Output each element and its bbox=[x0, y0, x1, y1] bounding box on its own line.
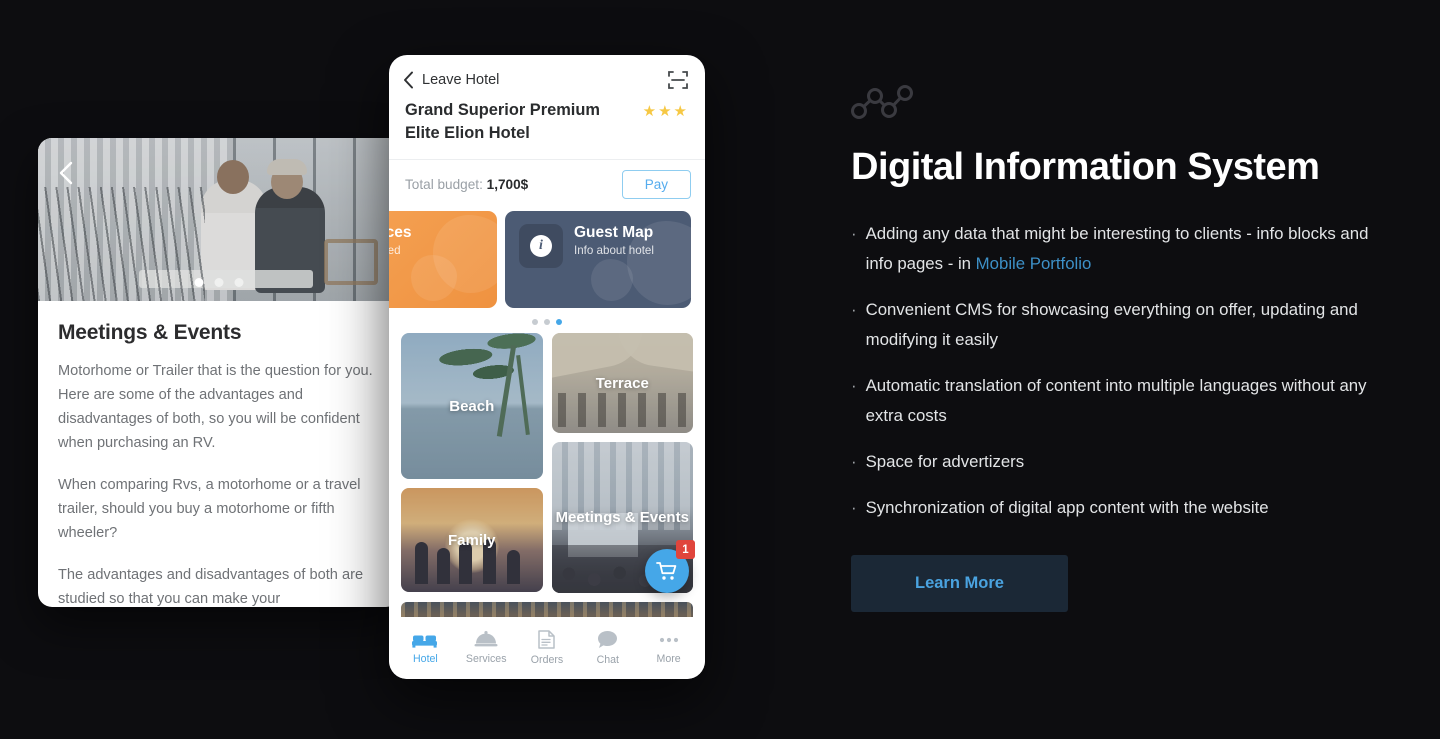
hotel-star-rating: ★★★ bbox=[642, 103, 689, 120]
bullet-marker: · bbox=[851, 452, 857, 471]
document-icon bbox=[538, 630, 556, 649]
cart-fab-button[interactable]: 1 bbox=[645, 540, 695, 593]
tab-label: More bbox=[656, 653, 681, 665]
scan-button[interactable] bbox=[667, 69, 689, 91]
shopping-cart-icon bbox=[656, 562, 677, 580]
tile-caption: Meetings & Events bbox=[555, 509, 689, 526]
pager-dot[interactable] bbox=[532, 319, 538, 325]
tab-label: Chat bbox=[596, 654, 619, 666]
cart-badge: 1 bbox=[676, 540, 695, 559]
chevron-left-icon bbox=[404, 71, 413, 89]
article-title: Meetings & Events bbox=[58, 321, 242, 344]
bullet-text: Adding any data that might be interestin… bbox=[865, 224, 1369, 273]
pager-dot[interactable] bbox=[544, 319, 550, 325]
carousel-dot[interactable] bbox=[194, 278, 204, 287]
article-card: Meetings & Events Motorhome or Trailer t… bbox=[38, 138, 400, 607]
tab-more[interactable]: More bbox=[638, 625, 699, 665]
list-item-text: Synchronization of digital app content w… bbox=[865, 498, 1269, 517]
page-title: Digital Information System bbox=[851, 146, 1320, 188]
bed-icon bbox=[412, 635, 438, 648]
tile-caption: Family bbox=[447, 531, 496, 549]
article-hero-image bbox=[38, 138, 400, 301]
mobile-portfolio-link[interactable]: Mobile Portfolio bbox=[976, 254, 1092, 273]
budget-label: Total budget: 1,700$ bbox=[405, 177, 528, 192]
article-paragraph: The advantages and disadvantages of both… bbox=[58, 567, 364, 607]
decorative-blob bbox=[411, 255, 457, 301]
tab-services[interactable]: Services bbox=[456, 625, 517, 665]
article-back-button[interactable] bbox=[52, 160, 78, 186]
pay-button[interactable]: Pay bbox=[621, 170, 691, 199]
tab-label: Hotel bbox=[413, 653, 438, 665]
list-item: · Space for advertizers bbox=[851, 447, 1396, 477]
phone-topbar: Leave Hotel bbox=[389, 55, 705, 97]
ellipsis-icon bbox=[659, 637, 678, 643]
hotel-name-row: Grand Superior Premium Elite Elion Hotel… bbox=[389, 97, 705, 145]
list-item: · Synchronization of digital app content… bbox=[851, 493, 1396, 523]
decorative-blob bbox=[591, 259, 633, 301]
tile-caption: Terrace bbox=[595, 374, 649, 392]
services-card-title: ervices bbox=[389, 224, 412, 241]
chevron-left-icon bbox=[59, 161, 72, 185]
info-icon-glyph: i bbox=[530, 235, 552, 257]
bullet-marker: · bbox=[851, 300, 857, 319]
services-card[interactable]: ervices Ordered bbox=[389, 211, 497, 308]
bullet-marker: · bbox=[851, 224, 857, 243]
budget-row: Total budget: 1,700$ Pay bbox=[389, 160, 705, 209]
article-paragraph: Motorhome or Trailer that is the questio… bbox=[58, 363, 373, 451]
hero-tint bbox=[38, 138, 400, 301]
tab-chat[interactable]: Chat bbox=[577, 624, 638, 666]
room-service-icon bbox=[474, 631, 498, 647]
article-body: Meetings & Events Motorhome or Trailer t… bbox=[38, 301, 400, 607]
list-item: · Convenient CMS for showcasing everythi… bbox=[851, 295, 1396, 355]
carousel-dot[interactable] bbox=[214, 278, 224, 287]
learn-more-button[interactable]: Learn More bbox=[851, 555, 1068, 612]
tile-family[interactable]: Family bbox=[401, 488, 543, 592]
page-root: Meetings & Events Motorhome or Trailer t… bbox=[0, 0, 1440, 739]
tile-terrace[interactable]: Terrace bbox=[551, 333, 693, 433]
guest-map-card[interactable]: i Guest Map Info about hotel bbox=[505, 211, 691, 308]
pager-dot[interactable] bbox=[556, 319, 562, 325]
article-carousel-dots[interactable] bbox=[194, 278, 244, 287]
feature-card-carousel[interactable]: ervices Ordered i Guest Map Info about h… bbox=[389, 209, 705, 308]
phone-mockup: Leave Hotel Grand Superior Premium Elite… bbox=[389, 55, 705, 679]
tile-column-left: Beach Family bbox=[401, 333, 543, 593]
card-pager[interactable] bbox=[389, 308, 705, 333]
list-item-text: Adding any data that might be interestin… bbox=[866, 219, 1396, 279]
tile-beach[interactable]: Beach bbox=[401, 333, 543, 479]
tab-label: Services bbox=[465, 653, 507, 665]
scan-frame-icon bbox=[668, 71, 688, 89]
budget-label-text: Total budget: bbox=[405, 177, 483, 192]
guest-map-title: Guest Map bbox=[574, 224, 654, 241]
hotel-name: Grand Superior Premium Elite Elion Hotel bbox=[405, 101, 600, 142]
tile-caption: Beach bbox=[449, 397, 495, 415]
list-item-text: Space for advertizers bbox=[865, 452, 1025, 471]
list-item-text: Automatic translation of content into mu… bbox=[865, 376, 1367, 425]
leave-hotel-button[interactable]: Leave Hotel bbox=[403, 71, 499, 89]
info-icon: i bbox=[519, 224, 563, 268]
list-item-text: Convenient CMS for showcasing everything… bbox=[865, 300, 1358, 349]
chat-bubble-icon bbox=[598, 631, 618, 648]
tab-hotel[interactable]: Hotel bbox=[395, 625, 456, 665]
info-panel: Digital Information System · Adding any … bbox=[851, 82, 1396, 612]
guest-map-text: Guest Map Info about hotel bbox=[574, 224, 654, 257]
feature-bullet-list: · Adding any data that might be interest… bbox=[851, 219, 1396, 523]
list-item: · Automatic translation of content into … bbox=[851, 371, 1396, 431]
services-card-subtitle: Ordered bbox=[389, 244, 401, 257]
article-paragraph: When comparing Rvs, a motorhome or a tra… bbox=[58, 477, 361, 541]
leave-hotel-label: Leave Hotel bbox=[422, 72, 500, 88]
bullet-marker: · bbox=[851, 376, 857, 395]
guest-map-subtitle: Info about hotel bbox=[574, 244, 654, 257]
line-chart-nodes-icon bbox=[851, 82, 913, 122]
tab-orders[interactable]: Orders bbox=[517, 624, 578, 666]
tab-label: Orders bbox=[530, 654, 564, 666]
budget-value: 1,700$ bbox=[486, 177, 529, 192]
list-item: · Adding any data that might be interest… bbox=[851, 219, 1396, 279]
bullet-marker: · bbox=[851, 498, 857, 517]
carousel-dot[interactable] bbox=[234, 278, 244, 287]
bottom-tab-bar: Hotel Services Orders Chat More bbox=[389, 617, 705, 679]
